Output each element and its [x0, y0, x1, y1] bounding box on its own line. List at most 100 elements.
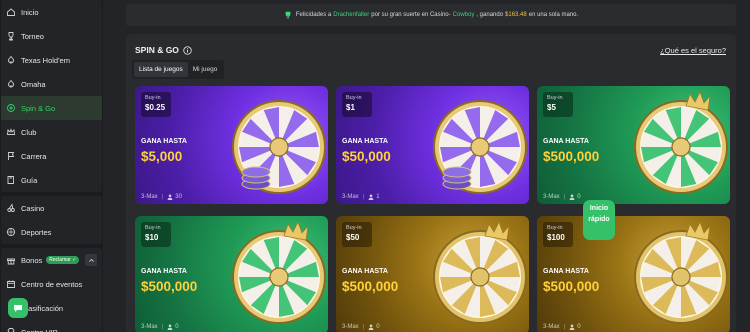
tab-game-list[interactable]: Lista de juegos	[134, 62, 188, 77]
spade-icon	[6, 55, 16, 65]
chat-button[interactable]	[8, 298, 28, 318]
card-meta: 3-Max | 0	[543, 194, 581, 200]
sidebar-item-label: Deportes	[21, 227, 52, 237]
sidebar-item-label: Casino	[21, 203, 45, 213]
sidebar-group: Casino Deportes	[1, 196, 102, 244]
spin-go-card[interactable]: Buy-in $100 GANA HASTA $500,000 3-Max | …	[537, 216, 730, 332]
game-tabs: Lista de juegos Mi juego	[132, 60, 225, 79]
buyin-label: Buy-in	[145, 225, 161, 231]
info-icon[interactable]	[183, 45, 192, 55]
sidebar-item-deportes[interactable]: Deportes	[1, 220, 102, 244]
sidebar-item-label: Centro VIP	[21, 327, 58, 332]
tab-my-game[interactable]: Mi juego	[188, 62, 223, 77]
buyin-amount: $1	[346, 103, 355, 112]
sidebar-item-label: Carrera	[21, 151, 47, 161]
insurance-link[interactable]: ¿Qué es el seguro?	[660, 46, 726, 55]
win-up-to-label: GANA HASTA	[342, 268, 388, 275]
sidebar-item-label: Omaha	[21, 79, 46, 89]
notice-pre: Felicidades a	[295, 12, 332, 18]
buyin-label: Buy-in	[145, 95, 161, 101]
sidebar-item-texas-hold-em[interactable]: Texas Hold'em	[1, 48, 102, 72]
buyin-amount: $10	[145, 233, 159, 242]
table-format: 3-Max	[141, 194, 158, 200]
buyin-box: Buy-in $0.25	[141, 92, 171, 117]
sidebar-item-gu-a[interactable]: Guía	[1, 168, 102, 192]
player-icon	[167, 194, 173, 200]
book-icon	[6, 175, 16, 185]
divider: |	[563, 324, 566, 330]
flag-icon	[6, 151, 16, 161]
crown-icon	[6, 127, 16, 137]
table-format: 3-Max	[342, 324, 359, 330]
sidebar-item-torneo[interactable]: Torneo	[1, 24, 102, 48]
quick-start-button[interactable]: Inicio rápido	[583, 200, 615, 240]
home-icon	[6, 7, 16, 17]
spin-go-card[interactable]: Buy-in $10 GANA HASTA $500,000 3-Max | 0	[135, 216, 328, 332]
buyin-label: Buy-in	[547, 95, 563, 101]
table-format: 3-Max	[543, 324, 560, 330]
divider: |	[161, 324, 164, 330]
player-icon	[569, 194, 575, 200]
sidebar-item-carrera[interactable]: Carrera	[1, 144, 102, 168]
sidebar-item-inicio[interactable]: Inicio	[1, 0, 102, 24]
spin-icon	[6, 103, 16, 113]
prize-amount: $500,000	[543, 279, 600, 294]
notice-user: Drachenfalter	[333, 12, 370, 18]
prize-amount: $5,000	[141, 149, 183, 164]
win-up-to-label: GANA HASTA	[141, 268, 187, 275]
prize-amount: $500,000	[543, 149, 600, 164]
player-count: 30	[175, 194, 182, 200]
winner-notice: Felicidades a Drachenfalter por su gran …	[126, 4, 736, 26]
player-icon	[368, 324, 374, 330]
spin-go-panel: SPIN & GO ¿Qué es el seguro? Lista de ju…	[126, 34, 736, 332]
player-count: 0	[376, 324, 380, 330]
notice-post: , ganando	[476, 12, 504, 18]
sidebar-item-spin-go[interactable]: Spin & Go	[1, 96, 102, 120]
notice-mid: por su gran suerte en Casino-	[371, 12, 451, 18]
sidebar-item-club[interactable]: Club	[1, 120, 102, 144]
spin-go-card[interactable]: Buy-in $0.25 GANA HASTA $5,000 3-Max | 3…	[135, 86, 328, 204]
player-icon	[569, 324, 575, 330]
player-icon	[368, 194, 374, 200]
chevron-up-icon[interactable]	[85, 254, 97, 266]
table-format: 3-Max	[342, 194, 359, 200]
win-up-to-label: GANA HASTA	[543, 268, 589, 275]
spin-go-card[interactable]: Buy-in $5 GANA HASTA $500,000 3-Max | 0	[537, 86, 730, 204]
sidebar: Inicio Torneo Texas Hold'em Omaha Spin & Go C…	[0, 0, 103, 332]
sidebar-item-label: Bonos	[21, 255, 43, 265]
prize-wheel-icon	[433, 222, 527, 324]
prize-amount: $50,000	[342, 149, 391, 164]
card-meta: 3-Max | 0	[342, 324, 380, 330]
spin-go-card[interactable]: Buy-in $50 GANA HASTA $500,000 3-Max | 0	[336, 216, 529, 332]
spin-go-card[interactable]: Buy-in $1 GANA HASTA $50,000 3-Max | 1	[336, 86, 529, 204]
player-icon	[167, 324, 173, 330]
sidebar-item-centro-vip[interactable]: Centro VIP	[1, 320, 102, 332]
prize-amount: $500,000	[141, 279, 198, 294]
divider: |	[161, 194, 164, 200]
sidebar-group: Bonos Reclamar ✓ Centro de eventos Clasific…	[1, 248, 102, 332]
sidebar-item-centro-de-eventos[interactable]: Centro de eventos	[1, 272, 102, 296]
sidebar-item-casino[interactable]: Casino	[1, 196, 102, 220]
table-format: 3-Max	[141, 324, 158, 330]
sidebar-item-omaha[interactable]: Omaha	[1, 72, 102, 96]
table-format: 3-Max	[543, 194, 560, 200]
notice-game[interactable]: Cowboy	[453, 12, 475, 18]
divider: |	[563, 194, 566, 200]
divider: |	[362, 324, 365, 330]
panel-title-text: SPIN & GO	[135, 45, 179, 55]
card-meta: 3-Max | 1	[342, 194, 380, 200]
cherry-icon	[6, 203, 16, 213]
app-root: Inicio Torneo Texas Hold'em Omaha Spin & Go C…	[0, 0, 750, 332]
notice-amount: $163.48	[505, 12, 527, 18]
buyin-amount: $0.25	[145, 103, 166, 112]
sidebar-item-label: Texas Hold'em	[21, 55, 70, 65]
win-up-to-label: GANA HASTA	[543, 138, 589, 145]
claim-badge[interactable]: Reclamar ✓	[46, 256, 80, 264]
panel-title: SPIN & GO	[135, 45, 192, 55]
buyin-label: Buy-in	[346, 95, 362, 101]
prize-wheel-icon	[232, 100, 326, 194]
divider: |	[362, 194, 365, 200]
card-meta: 3-Max | 0	[543, 324, 581, 330]
sidebar-item-bonos[interactable]: Bonos Reclamar ✓	[1, 248, 102, 272]
prize-wheel-icon	[634, 92, 728, 194]
